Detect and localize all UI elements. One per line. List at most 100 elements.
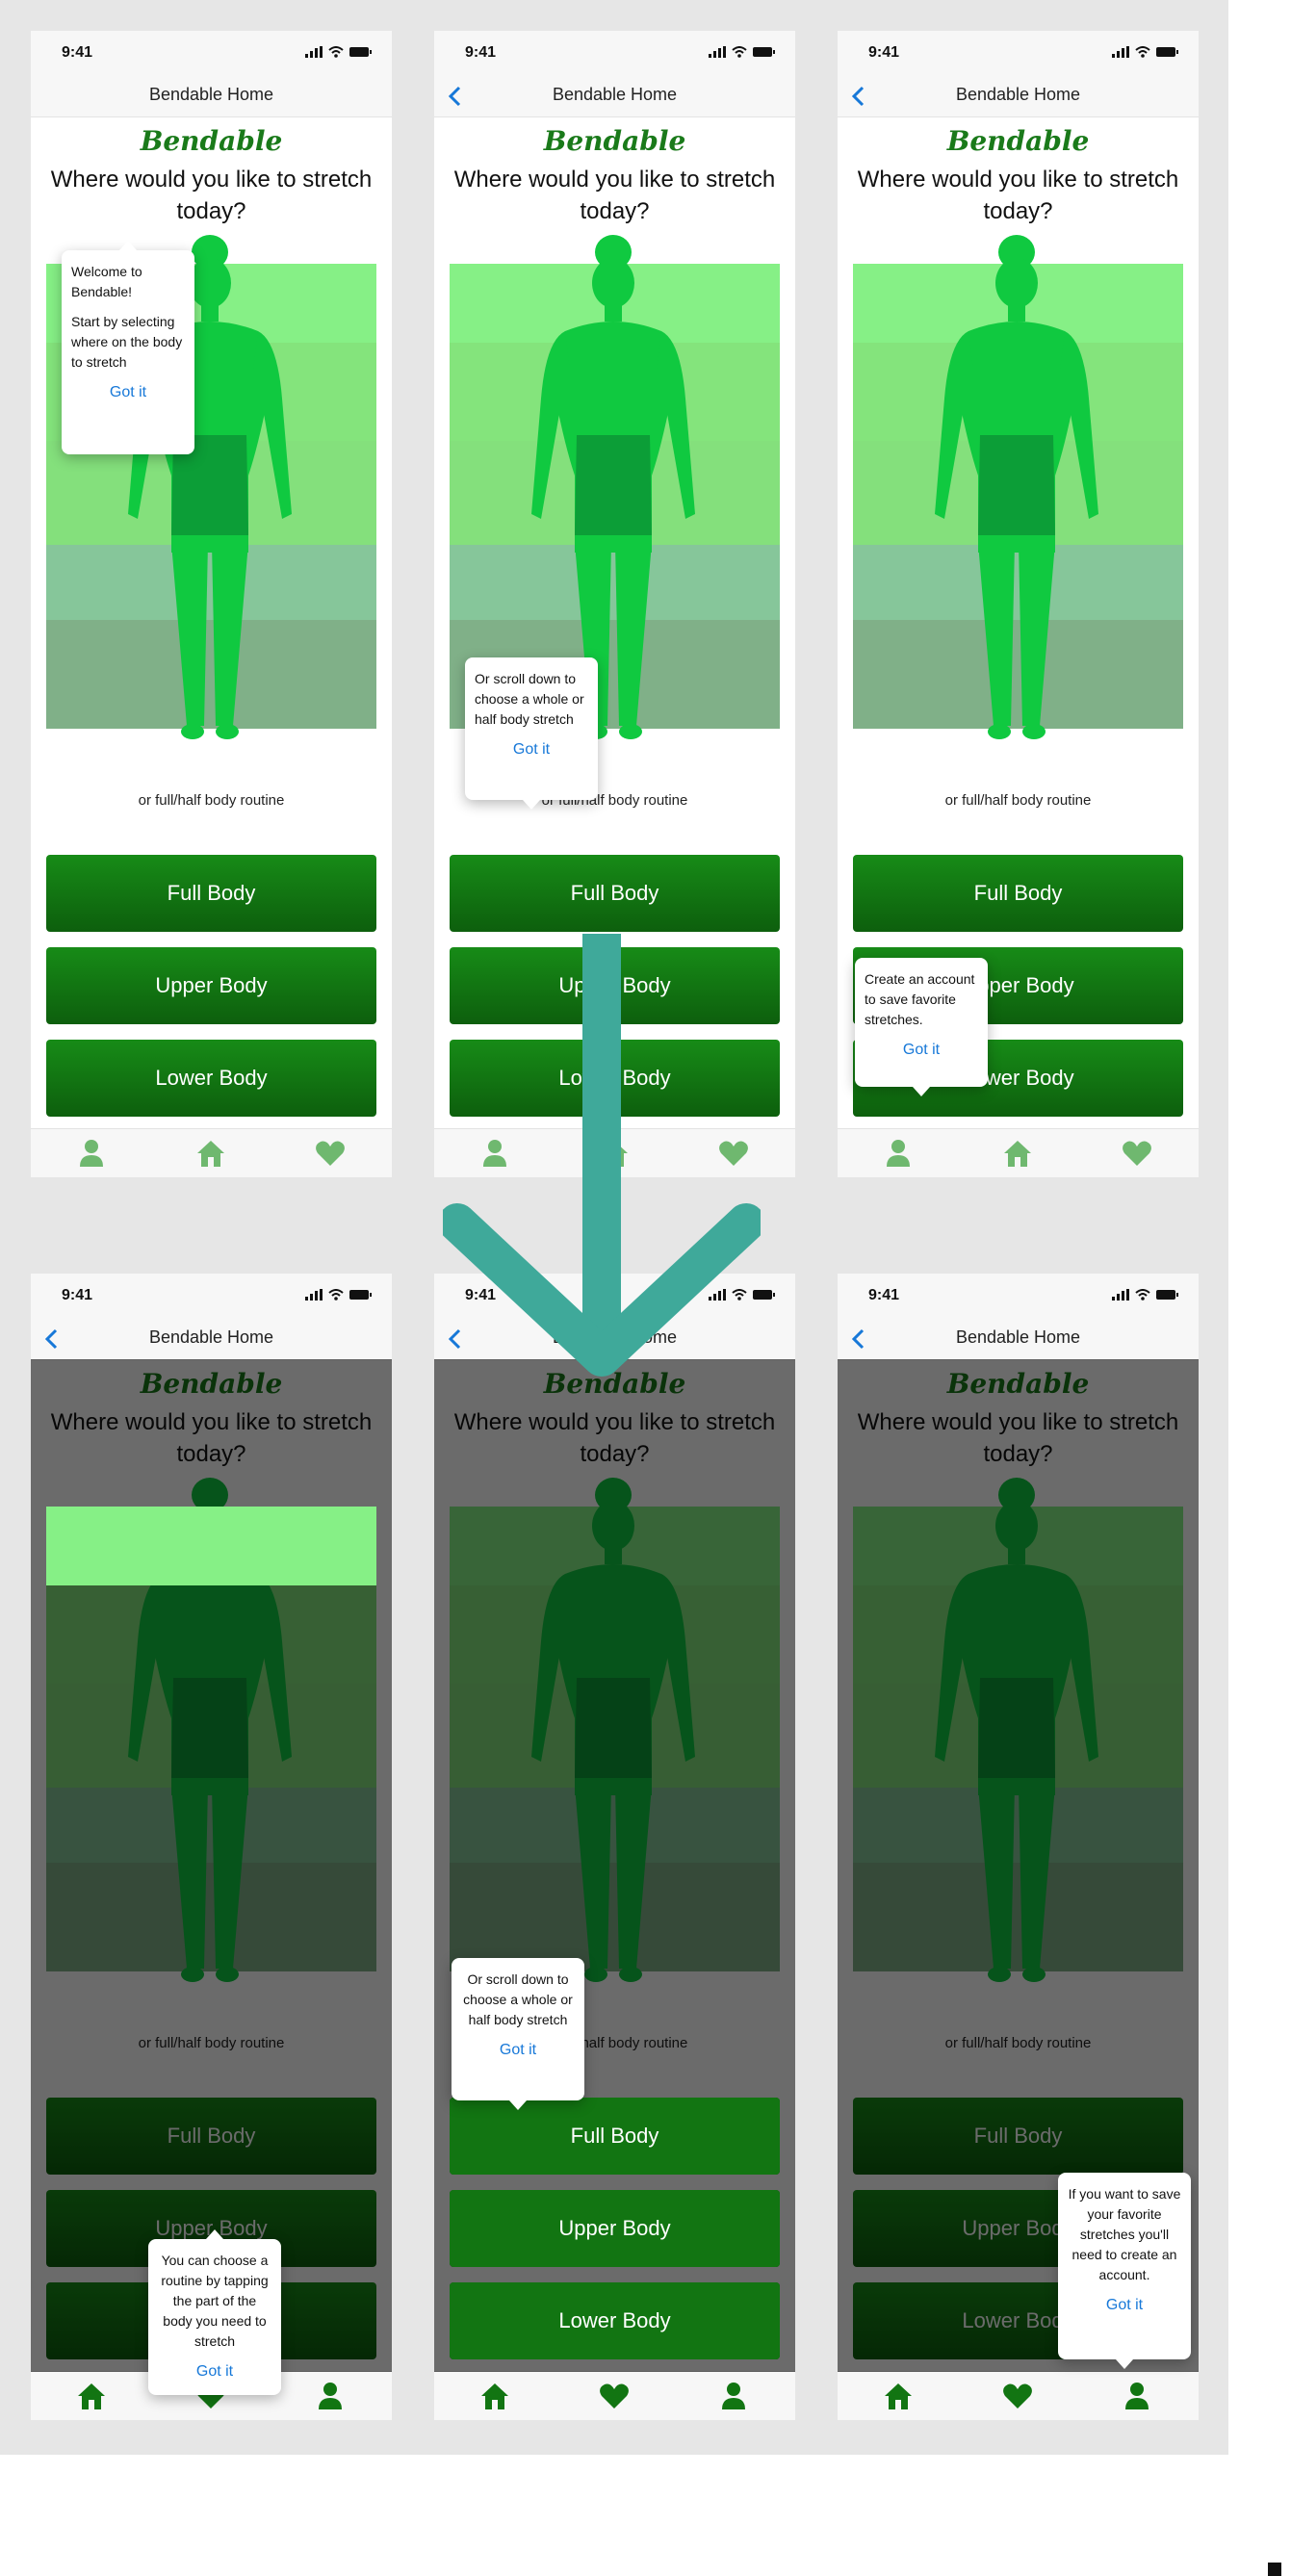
home-icon[interactable] — [194, 1137, 227, 1170]
person-icon[interactable] — [1121, 2380, 1153, 2412]
phone-screen: 9:41 Bendable Home Bendable Where would … — [31, 31, 392, 1177]
status-time: 9:41 — [62, 44, 93, 61]
nav-title: Bendable Home — [148, 1327, 274, 1347]
band-head-highlight[interactable] — [46, 1507, 376, 1585]
status-bar: 9:41 — [434, 31, 795, 73]
person-icon[interactable] — [75, 1137, 108, 1170]
heart-icon[interactable] — [598, 2380, 631, 2412]
nav-bar: Bendable Home — [434, 73, 795, 117]
full-body-button[interactable]: Full Body — [450, 855, 780, 932]
home-icon[interactable] — [882, 2380, 915, 2412]
tooltip-text: You can choose a routine by tapping the … — [161, 2253, 269, 2349]
status-bar: 9:41 — [838, 31, 1199, 73]
got-it-button[interactable]: Got it — [475, 739, 588, 760]
phone-screen: 9:41 Bendable Home Bendable Where would … — [31, 1274, 392, 2420]
wifi-icon — [1135, 1289, 1150, 1301]
status-bar: 9:41 — [838, 1274, 1199, 1316]
tooltip-text: Or scroll down to choose a whole or half… — [475, 671, 584, 727]
onboarding-tooltip: Or scroll down to choose a whole or half… — [465, 657, 598, 810]
upper-body-button[interactable]: Upper Body — [46, 947, 376, 1024]
home-icon[interactable] — [1001, 1137, 1034, 1170]
tooltip-pointer — [206, 2229, 223, 2239]
nav-bar: Bendable Home — [31, 73, 392, 117]
phone-screen: 9:41 Bendable Home Bendable Where would … — [838, 1274, 1199, 2420]
body-selector[interactable] — [853, 235, 1183, 739]
got-it-button[interactable]: Got it — [865, 1040, 978, 1060]
battery-icon — [753, 47, 775, 57]
status-time: 9:41 — [868, 1287, 900, 1303]
nav-title: Bendable Home — [955, 1327, 1081, 1347]
battery-icon — [1156, 1290, 1178, 1300]
got-it-button[interactable]: Got it — [71, 382, 185, 402]
wifi-icon — [328, 46, 344, 58]
signal-icon — [305, 46, 323, 58]
page-headline: Where would you like to stretch today? — [453, 167, 776, 224]
body-figure — [935, 235, 1098, 739]
phone-screen: 9:41 Bendable Home Bendable Where would … — [434, 1274, 795, 2420]
status-time: 9:41 — [868, 44, 900, 61]
signal-icon — [1112, 46, 1129, 58]
signal-icon — [305, 1289, 323, 1301]
tab-bar — [838, 1128, 1199, 1177]
person-icon[interactable] — [882, 1137, 915, 1170]
wifi-icon — [1135, 46, 1150, 58]
tooltip-pointer — [509, 2100, 527, 2110]
person-icon[interactable] — [717, 2380, 750, 2412]
routine-hint: or full/half body routine — [138, 792, 285, 809]
bendable-logo: Bendable — [140, 125, 283, 157]
bendable-logo: Bendable — [946, 125, 1090, 157]
status-time: 9:41 — [62, 1287, 93, 1303]
battery-icon — [1156, 47, 1178, 57]
tab-bar — [838, 2371, 1199, 2420]
nav-bar: Bendable Home — [838, 1316, 1199, 1360]
tooltip-pointer — [523, 800, 540, 810]
corner-marker — [1268, 2563, 1281, 2576]
heart-icon[interactable] — [314, 1137, 347, 1170]
person-icon[interactable] — [314, 2380, 347, 2412]
onboarding-tooltip: If you want to save your favorite stretc… — [1058, 2173, 1191, 2369]
tooltip-text: Or scroll down to choose a whole or half… — [463, 1971, 573, 2027]
tab-bar — [31, 1128, 392, 1177]
page-headline: Where would you like to stretch today? — [50, 167, 373, 224]
heart-icon[interactable] — [1121, 1137, 1153, 1170]
tooltip-text: Start by selecting where on the body to … — [71, 314, 183, 370]
nav-bar: Bendable Home — [31, 1316, 392, 1360]
battery-icon — [349, 1290, 372, 1300]
heart-icon[interactable] — [1001, 2380, 1034, 2412]
onboarding-tooltip: Create an account to save favorite stret… — [855, 958, 988, 1096]
full-body-button-highlight[interactable]: Full Body — [450, 2098, 780, 2175]
nav-title: Bendable Home — [955, 85, 1081, 104]
wifi-icon — [732, 46, 747, 58]
tab-bar — [434, 2371, 795, 2420]
home-icon[interactable] — [478, 2380, 511, 2412]
tooltip-pointer — [1116, 2359, 1133, 2369]
lower-body-button-highlight[interactable]: Lower Body — [450, 2282, 780, 2359]
upper-body-button-highlight[interactable]: Upper Body — [450, 2190, 780, 2267]
battery-icon — [349, 47, 372, 57]
tooltip-text: If you want to save your favorite stretc… — [1068, 2186, 1181, 2282]
nav-title: Bendable Home — [148, 85, 274, 104]
signal-icon — [709, 46, 726, 58]
tooltip-text: Welcome to Bendable! — [71, 264, 142, 299]
full-body-button[interactable]: Full Body — [853, 855, 1183, 932]
tooltip-pointer — [913, 1087, 930, 1096]
status-bar: 9:41 — [31, 1274, 392, 1316]
phone-screen: 9:41 Bendable Home Bendable Where would … — [838, 31, 1199, 1177]
lower-body-button[interactable]: Lower Body — [46, 1040, 376, 1117]
home-icon[interactable] — [75, 2380, 108, 2412]
wifi-icon — [328, 1289, 344, 1301]
full-body-button[interactable]: Full Body — [46, 855, 376, 932]
onboarding-tooltip: You can choose a routine by tapping the … — [148, 2229, 281, 2395]
got-it-button[interactable]: Got it — [461, 2040, 575, 2060]
flow-arrow — [443, 934, 761, 1377]
status-bar: 9:41 — [31, 31, 392, 73]
onboarding-tooltip: Or scroll down to choose a whole or half… — [452, 1958, 584, 2110]
tooltip-text: Create an account to save favorite stret… — [865, 971, 975, 1027]
page-headline: Where would you like to stretch today? — [857, 167, 1179, 224]
got-it-button[interactable]: Got it — [1068, 2295, 1181, 2315]
got-it-button[interactable]: Got it — [158, 2361, 271, 2382]
nav-title: Bendable Home — [552, 85, 678, 104]
onboarding-tooltip: Welcome to Bendable! Start by selecting w… — [62, 241, 194, 454]
nav-bar: Bendable Home — [838, 73, 1199, 117]
routine-hint: or full/half body routine — [944, 792, 1092, 809]
